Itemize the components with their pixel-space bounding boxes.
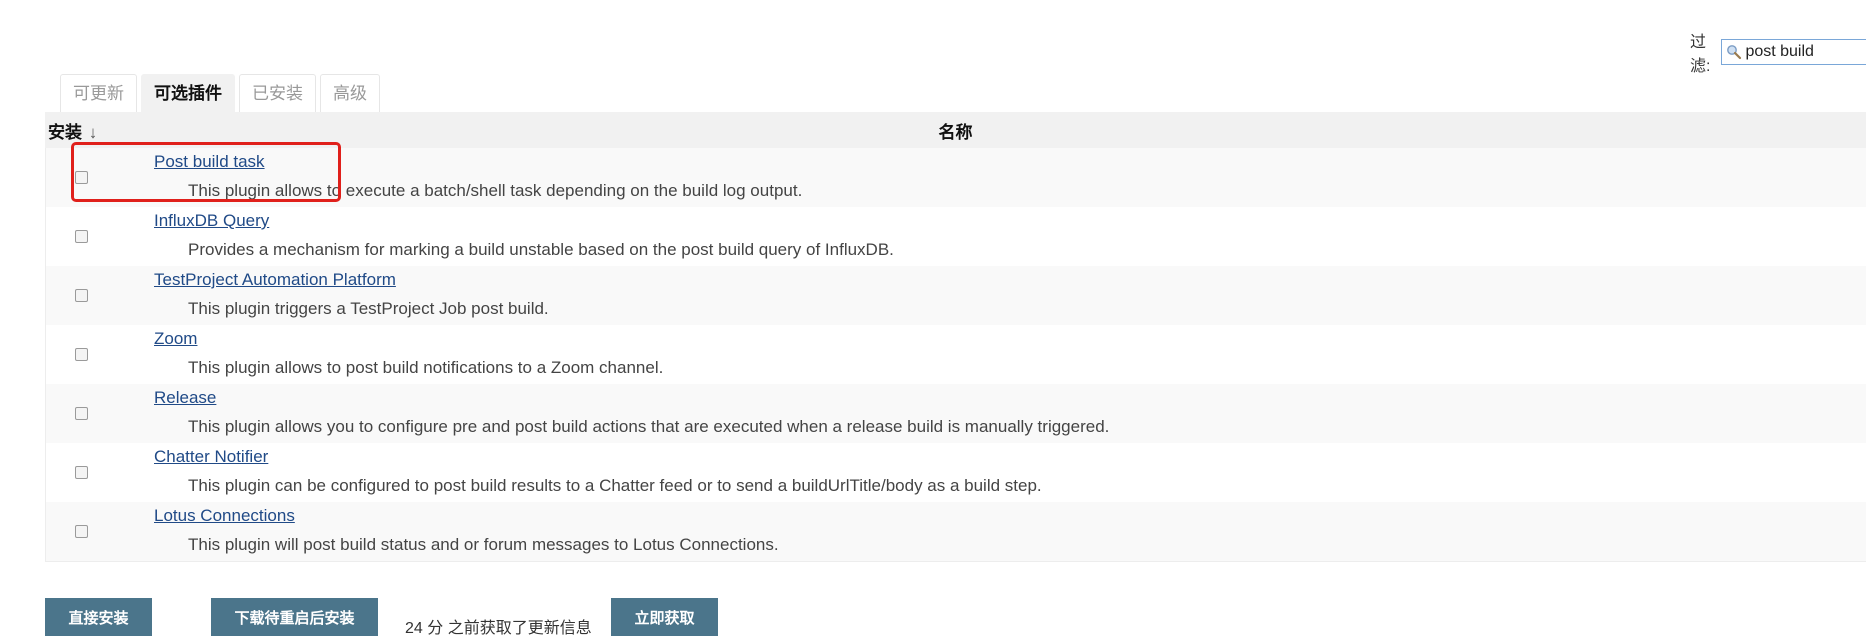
tab-advanced[interactable]: 高级 [320,74,380,112]
plugin-description: This plugin will post build status and o… [188,535,779,554]
table-row: Lotus Connections This plugin will post … [46,502,1866,561]
sort-arrow-icon: ↓ [88,122,98,142]
download-restart-button[interactable]: 下载待重启后安装 [211,598,378,636]
update-info-text: 24 分 之前获取了更新信息 [405,620,592,637]
plugin-link[interactable]: InfluxDB Query [154,210,269,232]
plugin-cell: Lotus Connections This plugin will post … [110,502,1866,561]
table-row: InfluxDB Query Provides a mechanism for … [46,207,1866,266]
checkbox-cell [46,148,110,207]
search-icon [1727,45,1742,60]
plugin-link[interactable]: Zoom [154,328,197,350]
install-now-button[interactable]: 直接安装 [45,598,152,636]
filter-input[interactable] [1745,43,1866,61]
install-checkbox[interactable] [74,289,88,302]
install-checkbox[interactable] [74,525,88,538]
tab-bar: 可更新 可选插件 已安装 高级 [60,74,384,112]
checkbox-cell [46,443,110,502]
tab-available[interactable]: 可选插件 [141,74,235,112]
plugin-description: This plugin allows to execute a batch/sh… [188,181,803,200]
install-checkbox[interactable] [74,466,88,479]
table-row: Post build task This plugin allows to ex… [46,148,1866,207]
install-checkbox[interactable] [74,407,88,420]
plugin-description: This plugin triggers a TestProject Job p… [188,299,549,318]
table-row: TestProject Automation Platform This plu… [46,266,1866,325]
header-name[interactable]: 名称 [105,118,1866,143]
checkbox-cell [46,266,110,325]
plugin-cell: Chatter Notifier This plugin can be conf… [110,443,1866,502]
plugin-link[interactable]: Post build task [154,151,265,173]
header-install-label: 安装 [48,122,82,142]
install-checkbox[interactable] [74,348,88,361]
plugin-description: Provides a mechanism for marking a build… [188,240,894,259]
install-checkbox[interactable] [74,230,88,243]
header-install[interactable]: 安装 ↓ [45,118,105,143]
plugins-table: 安装 ↓ 名称 Post build task This plugin allo… [45,112,1866,562]
table-row: Release This plugin allows you to config… [46,384,1866,443]
plugin-cell: Zoom This plugin allows to post build no… [110,325,1866,384]
table-row: Chatter Notifier This plugin can be conf… [46,443,1866,502]
table-header: 安装 ↓ 名称 [45,112,1866,148]
filter-label: 过滤: [1690,34,1711,75]
plugin-cell: Release This plugin allows you to config… [110,384,1866,443]
plugin-cell: InfluxDB Query Provides a mechanism for … [110,207,1866,266]
install-checkbox[interactable] [74,171,88,184]
checkbox-cell [46,325,110,384]
plugin-link[interactable]: Release [154,387,216,409]
plugin-description: This plugin allows to post build notific… [188,358,664,377]
plugin-link[interactable]: Lotus Connections [154,505,295,527]
plugin-cell: Post build task This plugin allows to ex… [110,148,1866,207]
fetch-now-button[interactable]: 立即获取 [611,598,718,636]
plugin-cell: TestProject Automation Platform This plu… [110,266,1866,325]
checkbox-cell [46,502,110,561]
checkbox-cell [46,384,110,443]
plugin-description: This plugin allows you to configure pre … [188,417,1110,436]
plugin-description: This plugin can be configured to post bu… [188,476,1042,495]
checkbox-cell [46,207,110,266]
tab-updates[interactable]: 可更新 [60,74,137,112]
filter-field[interactable] [1721,39,1866,65]
filter-bar: 过滤: [1690,28,1866,76]
plugin-link[interactable]: TestProject Automation Platform [154,269,396,291]
table-body: Post build task This plugin allows to ex… [45,148,1866,562]
tab-installed[interactable]: 已安装 [239,74,316,112]
plugin-link[interactable]: Chatter Notifier [154,446,268,468]
plugin-manager-page: 过滤: 可更新 可选插件 已安装 高级 安装 ↓ 名称 P [0,0,1866,644]
table-row: Zoom This plugin allows to post build no… [46,325,1866,384]
